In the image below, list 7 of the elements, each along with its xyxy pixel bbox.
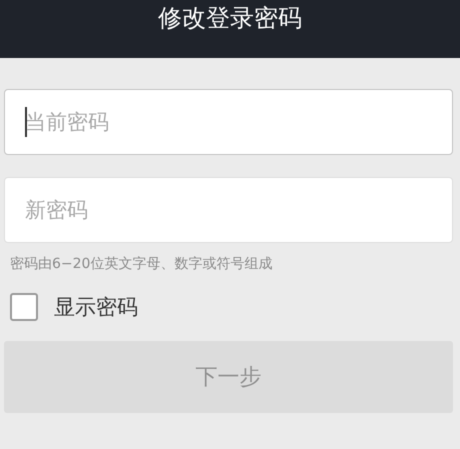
show-password-label[interactable]: 显示密码 [54, 293, 138, 321]
text-cursor [25, 107, 27, 137]
password-field[interactable]: 新密码 [4, 177, 453, 243]
show-password-checkbox[interactable] [10, 293, 38, 321]
page-title: 修改登录密码 [158, 3, 302, 34]
password-field[interactable]: 当前密码 [4, 89, 453, 155]
password-hint: 密码由6−20位英文字母、数字或符号组成 [9, 255, 274, 273]
